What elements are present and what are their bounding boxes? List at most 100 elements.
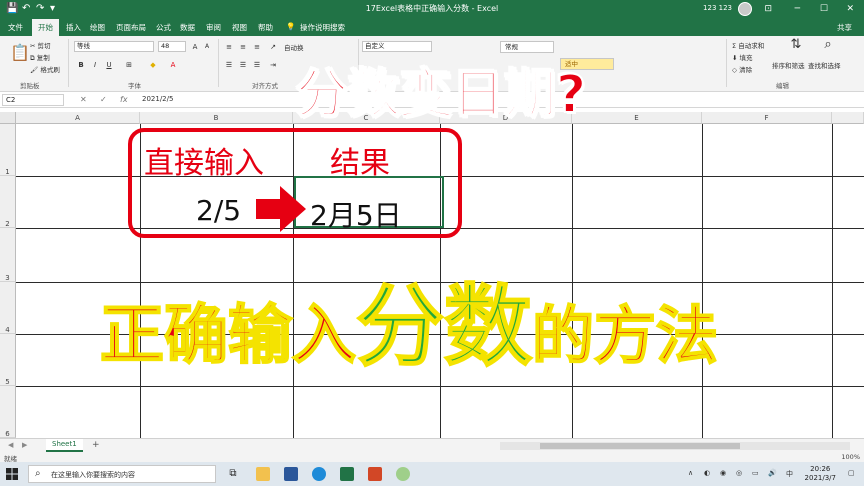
taskbar-clock[interactable]: 20:26 2021/3/7 — [805, 465, 836, 483]
tab-formulas[interactable]: 公式 — [156, 22, 171, 33]
number-format-select[interactable]: 自定义 — [362, 41, 432, 52]
ribbon-tabs: 文件 开始 插入 绘图 页面布局 公式 数据 审阅 视图 帮助 💡 操作说明搜索… — [0, 18, 864, 36]
decrease-font-icon[interactable]: A — [202, 42, 212, 52]
align-center-icon[interactable]: ☰ — [238, 60, 248, 70]
tray-app-icon[interactable]: ◎ — [736, 469, 742, 477]
input-value: 2/5 — [196, 194, 242, 227]
maximize-icon[interactable]: ☐ — [820, 2, 828, 16]
avatar[interactable] — [738, 2, 752, 16]
find-select-button[interactable]: 查找和选择 — [808, 60, 841, 70]
align-left-icon[interactable]: ☰ — [224, 60, 234, 70]
cut-button[interactable]: ✂ 剪切 — [30, 40, 51, 50]
column-header-g[interactable] — [832, 112, 864, 124]
row-header-1[interactable]: 1 — [0, 124, 16, 176]
tab-page-layout[interactable]: 页面布局 — [116, 22, 146, 33]
format-painter-button[interactable]: 🖌 格式刷 — [30, 64, 60, 74]
tab-insert[interactable]: 插入 — [66, 22, 81, 33]
align-right-icon[interactable]: ☰ — [252, 60, 262, 70]
indent-icon[interactable]: ⇥ — [268, 60, 278, 70]
tray-app-icon[interactable]: ◉ — [720, 469, 726, 477]
tab-review[interactable]: 审阅 — [206, 22, 221, 33]
paste-icon[interactable]: 📋 — [10, 42, 30, 64]
column-header-b[interactable]: B — [140, 112, 293, 124]
tab-file[interactable]: 文件 — [8, 22, 23, 33]
row-header-5[interactable]: 5 — [0, 334, 16, 386]
scrollbar-thumb[interactable] — [540, 443, 740, 449]
align-bottom-icon[interactable]: ≡ — [252, 42, 262, 52]
close-icon[interactable]: ✕ — [846, 2, 854, 16]
cancel-icon[interactable]: ✕ — [80, 95, 87, 104]
font-name-select[interactable]: 等线 — [74, 41, 154, 52]
autosum-button[interactable]: Σ 自动求和 — [732, 40, 764, 50]
word-icon[interactable] — [284, 467, 298, 481]
sort-filter-icon[interactable]: ⇅ — [788, 38, 804, 56]
app-icon[interactable] — [396, 467, 410, 481]
row-header-2[interactable]: 2 — [0, 176, 16, 228]
font-color-icon[interactable]: A — [168, 60, 178, 70]
powerpoint-icon[interactable] — [368, 467, 382, 481]
find-select-icon[interactable]: ⌕ — [820, 38, 836, 56]
ime-indicator[interactable]: 中 — [786, 469, 793, 479]
prev-sheet-icon[interactable]: ◀ — [8, 441, 13, 449]
taskbar-search-input[interactable]: ⌕ 在这里输入你要搜索的内容 — [28, 465, 216, 483]
row-header-6[interactable]: 6 — [0, 386, 16, 438]
share-button[interactable]: 共享 — [837, 22, 852, 33]
window-title: 17Excel表格中正确输入分数 - Excel — [365, 4, 499, 13]
tab-home[interactable]: 开始 — [32, 19, 59, 36]
group-separator — [218, 39, 219, 87]
column-header-e[interactable]: E — [572, 112, 702, 124]
column-header-f[interactable]: F — [702, 112, 832, 124]
notifications-icon[interactable]: ▢ — [848, 469, 855, 477]
row-header-3[interactable]: 3 — [0, 228, 16, 282]
enter-icon[interactable]: ✓ — [100, 95, 107, 104]
italic-icon[interactable]: I — [90, 60, 100, 70]
sort-filter-button[interactable]: 排序和筛选 — [772, 60, 805, 70]
subtitle-part2: 分数 — [355, 275, 533, 378]
add-sheet-button[interactable]: + — [92, 440, 100, 450]
tray-app-icon[interactable]: ◐ — [704, 469, 710, 477]
windows-start-icon[interactable] — [6, 468, 18, 480]
subtitle-part1: 正确输入 — [99, 299, 357, 373]
task-view-icon[interactable]: ⧉ — [226, 467, 240, 481]
network-icon[interactable]: ▭ — [752, 469, 759, 477]
subtitle-part3: 的方法 — [531, 299, 719, 372]
tab-help[interactable]: 帮助 — [258, 22, 273, 33]
borders-icon[interactable]: ⊞ — [124, 60, 134, 70]
select-all-corner[interactable] — [0, 112, 16, 124]
tab-view[interactable]: 视图 — [232, 22, 247, 33]
edge-icon[interactable] — [312, 467, 326, 481]
orientation-icon[interactable]: ↗ — [268, 42, 278, 52]
name-box[interactable]: C2 — [2, 94, 64, 106]
search-placeholder: 在这里输入你要搜索的内容 — [51, 471, 135, 479]
increase-font-icon[interactable]: A — [190, 42, 200, 52]
column-header-a[interactable]: A — [16, 112, 140, 124]
user-name[interactable]: 123 123 — [703, 4, 732, 12]
insert-function-icon[interactable]: fx — [120, 95, 128, 104]
align-top-icon[interactable]: ≡ — [224, 42, 234, 52]
volume-icon[interactable]: 🔊 — [768, 469, 777, 477]
clear-button[interactable]: ◇ 清除 — [732, 64, 752, 74]
tab-data[interactable]: 数据 — [180, 22, 195, 33]
copy-button[interactable]: ⧉ 复制 — [30, 52, 50, 63]
row-header-4[interactable]: 4 — [0, 282, 16, 334]
fill-button[interactable]: ⬇ 填充 — [732, 52, 753, 62]
ribbon-display-options-icon[interactable]: ⊡ — [764, 2, 772, 16]
underline-icon[interactable]: U — [104, 60, 114, 70]
tell-me-search[interactable]: 操作说明搜索 — [300, 22, 345, 33]
align-middle-icon[interactable]: ≡ — [238, 42, 248, 52]
formula-input[interactable]: 2021/2/5 — [142, 95, 173, 103]
tray-chevron-icon[interactable]: ∧ — [688, 469, 693, 477]
fill-color-icon[interactable]: ◆ — [148, 60, 158, 70]
bold-icon[interactable]: B — [76, 60, 86, 70]
file-explorer-icon[interactable] — [256, 467, 270, 481]
tab-draw[interactable]: 绘图 — [90, 22, 105, 33]
excel-icon[interactable] — [340, 467, 354, 481]
next-sheet-icon[interactable]: ▶ — [22, 441, 27, 449]
minimize-icon[interactable]: ─ — [795, 2, 800, 16]
sheet-tab-sheet1[interactable]: Sheet1 — [46, 439, 83, 452]
gridline — [16, 386, 864, 387]
zoom-level[interactable]: 100% — [841, 453, 860, 461]
horizontal-scrollbar[interactable] — [500, 442, 850, 450]
font-size-select[interactable]: 48 — [158, 41, 186, 52]
wrap-text-button[interactable]: 自动换 — [284, 42, 304, 52]
